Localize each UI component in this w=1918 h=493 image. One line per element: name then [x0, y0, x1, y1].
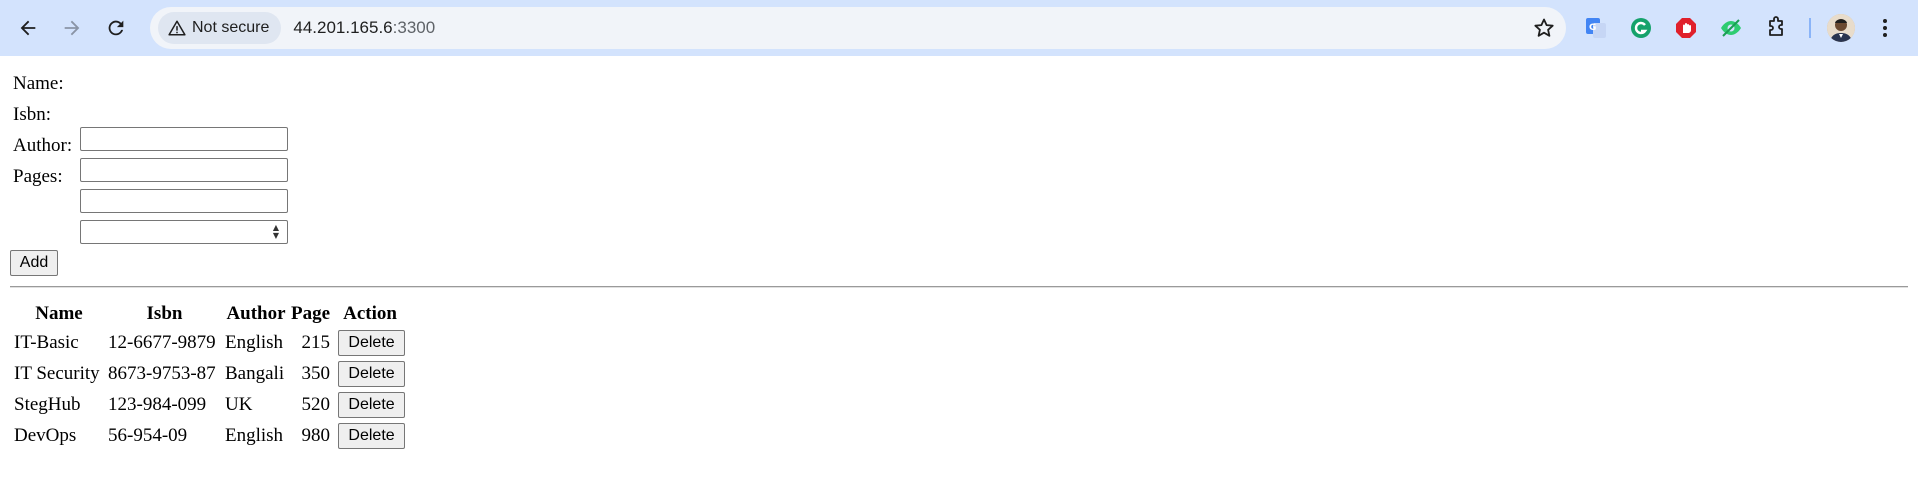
cell-author: Bangali — [225, 362, 285, 384]
header-name: Name — [35, 303, 83, 324]
reload-icon — [108, 20, 124, 36]
eye-extension[interactable] — [1713, 10, 1749, 46]
forward-button[interactable] — [54, 10, 90, 46]
delete-button[interactable]: Delete — [338, 391, 406, 418]
header-author: Author — [226, 303, 286, 324]
svg-text:G: G — [1589, 23, 1596, 33]
books-table: Name Isbn Author Page Action IT-Basic 12… — [10, 300, 410, 452]
name-row: Name: — [13, 70, 80, 98]
toolbar-separator — [1809, 18, 1811, 38]
cell-name: DevOps — [14, 424, 77, 446]
pages-row: Pages: — [13, 163, 80, 191]
security-chip[interactable]: Not secure — [158, 12, 282, 44]
url-host: 44.201.165.6 — [293, 18, 393, 37]
cell-action: Delete — [334, 390, 406, 419]
back-button[interactable] — [10, 10, 46, 46]
url-port: :3300 — [392, 18, 436, 37]
cell-name: StegHub — [14, 393, 81, 415]
name-label: Name: — [13, 73, 64, 94]
pages-label: Pages: — [13, 166, 63, 187]
more-options-icon[interactable] — [1873, 16, 1897, 40]
header-action: Action — [343, 303, 397, 324]
table-row: IT Security 8673-9753-87 Bangali 350 Del… — [14, 359, 406, 388]
cell-action: Delete — [334, 359, 406, 388]
address-bar[interactable]: Not secure 44.201.165.6:3300 — [150, 7, 1566, 49]
delete-button[interactable]: Delete — [338, 422, 406, 449]
cell-name: IT Security — [14, 362, 100, 384]
extensions-menu-button[interactable] — [1758, 10, 1794, 46]
reload-button[interactable] — [98, 10, 134, 46]
header-isbn: Isbn — [146, 303, 183, 324]
delete-button[interactable]: Delete — [338, 360, 406, 387]
divider — [10, 286, 1908, 288]
delete-button[interactable]: Delete — [338, 329, 406, 356]
eye-extension-icon — [1721, 19, 1741, 37]
cell-action: Delete — [334, 328, 406, 357]
header-page: Page — [291, 303, 331, 324]
author-input[interactable] — [80, 189, 288, 213]
avatar-icon — [1827, 14, 1855, 42]
url-text[interactable]: 44.201.165.6:3300 — [293, 18, 435, 38]
cell-isbn: 12-6677-9879 — [108, 331, 216, 353]
adblock-icon — [1676, 18, 1696, 38]
cell-isbn: 123-984-099 — [108, 393, 207, 415]
pages-spinner[interactable]: ▲ ▼ — [271, 224, 281, 240]
google-translate-icon: G — [1586, 18, 1606, 38]
grammarly-extension[interactable] — [1623, 10, 1659, 46]
back-arrow-icon — [20, 20, 36, 36]
cell-page: 520 — [301, 393, 331, 415]
warning-triangle-icon — [168, 20, 186, 36]
table-row: StegHub 123-984-099 UK 520 Delete — [14, 390, 406, 419]
add-button[interactable]: Add — [10, 250, 58, 276]
puzzle-icon — [1769, 16, 1783, 36]
cell-isbn: 8673-9753-87 — [108, 362, 216, 384]
security-label: Not secure — [192, 19, 270, 36]
bookmark-star-icon[interactable] — [1532, 16, 1556, 40]
spinner-down-icon[interactable]: ▼ — [273, 232, 279, 240]
cell-action: Delete — [334, 421, 406, 450]
profile-avatar[interactable] — [1827, 14, 1855, 42]
pages-number-input[interactable]: ▲ ▼ — [80, 220, 288, 244]
isbn-label: Isbn: — [13, 104, 51, 125]
cell-author: UK — [225, 393, 253, 415]
grammarly-icon — [1631, 18, 1651, 38]
cell-page: 215 — [301, 331, 331, 353]
cell-page: 350 — [301, 362, 331, 384]
cell-page: 980 — [301, 424, 331, 446]
table-header-row: Name Isbn Author Page Action — [14, 302, 406, 326]
cell-isbn: 56-954-09 — [108, 424, 188, 446]
isbn-row: Isbn: — [13, 101, 80, 129]
google-translate-extension[interactable]: G — [1578, 10, 1614, 46]
cell-author: English — [225, 424, 284, 446]
author-label: Author: — [13, 135, 73, 156]
name-input[interactable] — [80, 127, 288, 151]
adblock-extension[interactable] — [1668, 10, 1704, 46]
isbn-input[interactable] — [80, 158, 288, 182]
cell-author: English — [225, 331, 284, 353]
author-row: Author: — [13, 132, 80, 160]
forward-arrow-icon — [64, 20, 80, 36]
table-row: DevOps 56-954-09 English 980 Delete — [14, 421, 406, 450]
browser-toolbar: Not secure 44.201.165.6:3300 G — [0, 0, 1918, 56]
extensions-area: G — [1578, 10, 1897, 46]
cell-name: IT-Basic — [14, 331, 79, 353]
table-row: IT-Basic 12-6677-9879 English 215 Delete — [14, 328, 406, 357]
